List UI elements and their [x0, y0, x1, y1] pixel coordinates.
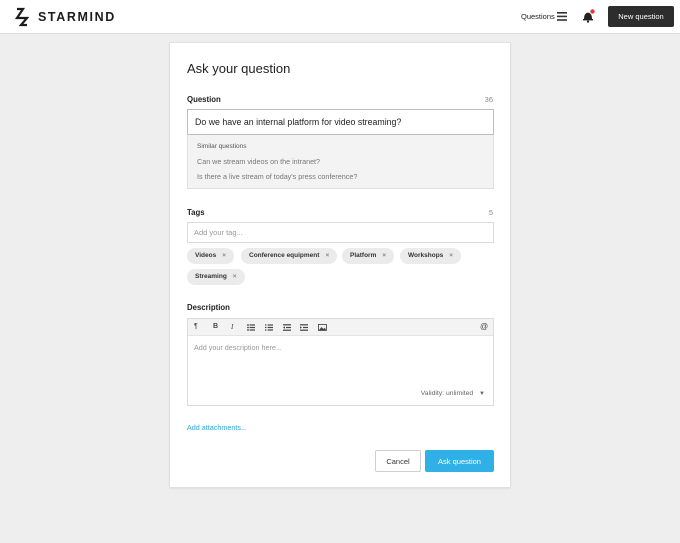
notification-bell-icon[interactable]: [582, 9, 595, 23]
question-char-counter: 36: [484, 95, 493, 104]
new-question-button[interactable]: New question: [608, 6, 674, 27]
remove-tag-icon[interactable]: ×: [382, 252, 386, 259]
brand-name[interactable]: STARMIND: [38, 10, 116, 24]
remove-tag-icon[interactable]: ×: [449, 252, 453, 259]
page-title: Ask your question: [187, 61, 291, 76]
description-label: Description: [187, 303, 230, 312]
menu-icon[interactable]: [557, 12, 567, 21]
tag-chip[interactable]: Platform ×: [342, 248, 395, 264]
question-input[interactable]: Do we have an internal platform for vide…: [187, 109, 494, 135]
similar-question-item[interactable]: Can we stream videos on the intranet?: [197, 157, 320, 166]
validity-label: Validity: unlimited: [420, 390, 474, 397]
description-editor[interactable]: ¶ B I @ Add your description here... Val…: [187, 318, 494, 406]
starmind-logo-icon[interactable]: [14, 7, 30, 27]
outdent-icon[interactable]: [283, 324, 291, 331]
bold-icon[interactable]: B: [213, 323, 218, 330]
tag-chip[interactable]: Videos ×: [187, 248, 234, 264]
similar-question-item[interactable]: Is there a live stream of today's press …: [197, 172, 357, 181]
validity-selector[interactable]: Validity: unlimited ▼: [421, 390, 485, 397]
tag-input[interactable]: Add your tag...: [187, 222, 494, 243]
similar-questions-title: Similar questions: [197, 143, 247, 150]
tag-chip-label: Conference equipment: [249, 252, 320, 259]
questions-nav-link[interactable]: Questions: [521, 12, 555, 21]
numbered-list-icon[interactable]: [265, 324, 273, 331]
paragraph-icon[interactable]: ¶: [194, 323, 198, 330]
remove-tag-icon[interactable]: ×: [222, 252, 226, 259]
description-placeholder: Add your description here...: [194, 343, 282, 352]
remove-tag-icon[interactable]: ×: [233, 273, 237, 280]
tag-chip[interactable]: Conference equipment ×: [241, 248, 338, 264]
add-attachments-link[interactable]: Add attachments...: [187, 423, 247, 432]
tag-chip[interactable]: Streaming ×: [187, 269, 245, 285]
bulleted-list-icon[interactable]: [247, 324, 255, 331]
similar-questions-panel: Similar questions Can we stream videos o…: [187, 135, 494, 189]
italic-icon[interactable]: I: [231, 323, 233, 331]
editor-toolbar: ¶ B I @: [188, 319, 493, 336]
image-icon[interactable]: [318, 324, 327, 331]
tag-chip[interactable]: Workshops ×: [400, 248, 462, 264]
cancel-button[interactable]: Cancel: [375, 450, 421, 472]
chevron-down-icon[interactable]: ▼: [479, 391, 485, 397]
ask-question-card: Ask your question Question 36 Do we have…: [169, 42, 511, 488]
tag-chip-label: Platform: [350, 252, 377, 259]
mention-icon[interactable]: @: [480, 322, 488, 331]
remove-tag-icon[interactable]: ×: [325, 252, 329, 259]
tag-chip-label: Streaming: [195, 273, 227, 280]
top-navigation-bar: STARMIND Questions New question: [0, 0, 680, 34]
tag-chip-label: Workshops: [408, 252, 444, 259]
indent-icon[interactable]: [300, 324, 308, 331]
tags-counter: 5: [488, 208, 493, 217]
ask-question-button[interactable]: Ask question: [425, 450, 494, 472]
notification-dot: [590, 9, 595, 14]
tag-chip-label: Videos: [195, 252, 217, 259]
tags-label: Tags: [187, 208, 205, 217]
question-label: Question: [187, 95, 221, 104]
